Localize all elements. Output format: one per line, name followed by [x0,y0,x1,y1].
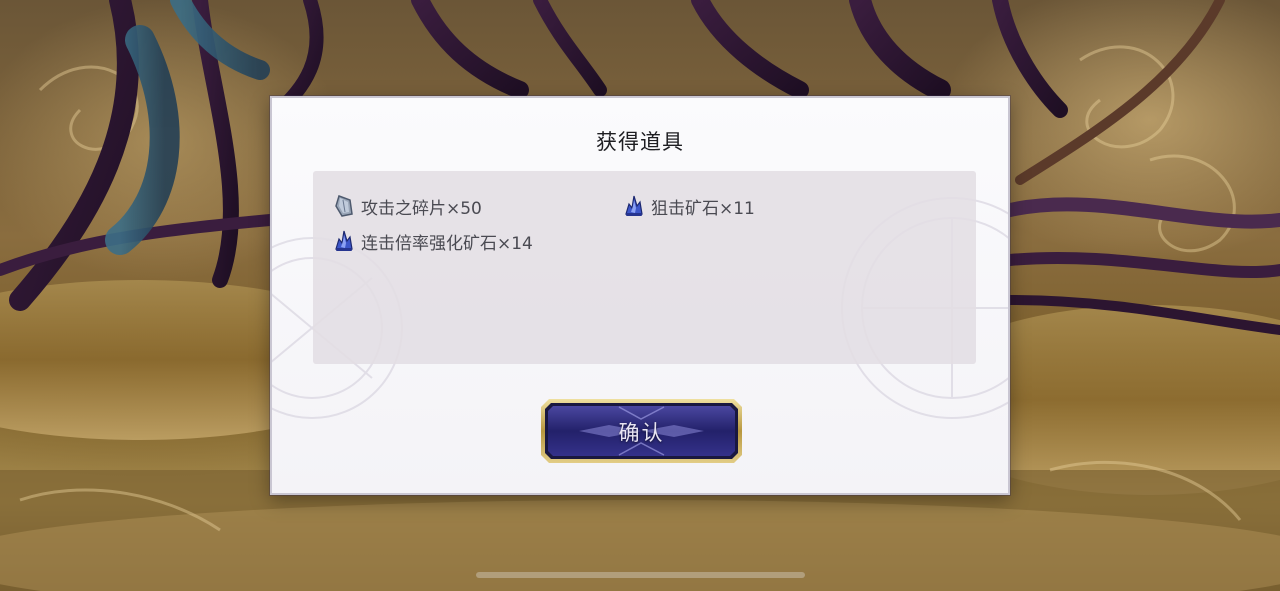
item-label: 狙击矿石×11 [651,198,755,219]
dialog-title: 获得道具 [596,130,684,154]
attack-shard-icon [333,194,355,218]
item-label: 连击倍率强化矿石×14 [361,233,533,254]
home-indicator[interactable] [476,572,805,578]
item-label: 攻击之碎片×50 [361,198,482,219]
snipe-ore-icon [623,194,645,218]
confirm-button-label: 确认 [618,421,665,445]
reward-dialog: 获得道具 攻击之碎片×50 狙击矿石×11 连击倍率强化矿石×14 确认 [270,96,1010,495]
confirm-button[interactable]: 确认 [539,397,744,465]
list-item: 攻击之碎片×50 [333,193,482,219]
combo-ore-icon [333,229,355,253]
game-scene: 获得道具 攻击之碎片×50 狙击矿石×11 连击倍率强化矿石×14 确认 [0,0,1280,591]
list-item: 连击倍率强化矿石×14 [333,228,533,254]
items-panel: 攻击之碎片×50 狙击矿石×11 连击倍率强化矿石×14 [313,171,976,364]
list-item: 狙击矿石×11 [623,193,755,219]
